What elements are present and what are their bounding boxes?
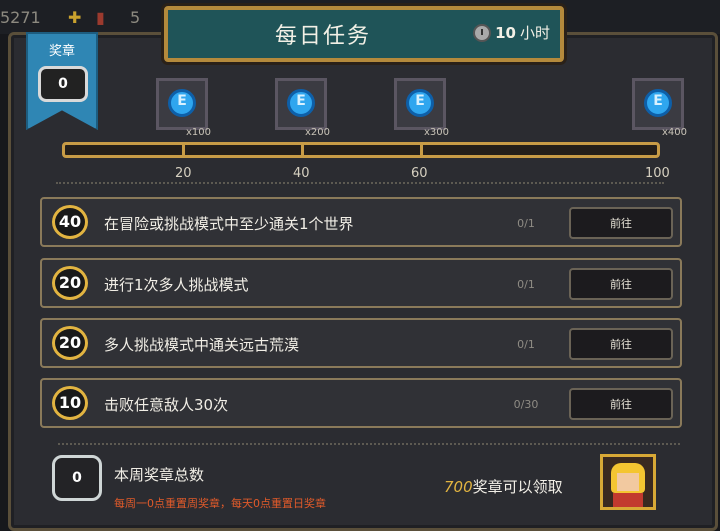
reward-qty: x300 [423,127,449,138]
page-title: 每日任务 [274,24,371,49]
timer-value: 10 [495,23,516,42]
progress-tick [420,142,423,158]
milestone-label: 60 [411,166,428,181]
reward-chest-1[interactable]: x100 [156,78,211,138]
task-progress: 0/30 [513,398,539,411]
medal-progress-bar [62,142,660,158]
reset-timer: 10 小时 [473,22,550,43]
progress-tick [301,142,304,158]
coin-count: 5271 [0,8,41,27]
task-description: 进行1次多人挑战模式 [104,276,249,294]
character-avatar[interactable] [600,454,656,510]
task-row: 20 多人挑战模式中通关远古荒漠 0/1 前往 [40,318,682,368]
gem-icon [406,89,434,117]
task-progress: 0/1 [517,338,535,351]
medal-label: 奖章 [48,44,75,59]
claimable-amount: 700 [444,478,473,496]
weekly-medal-count: 0 [52,455,102,501]
go-button[interactable]: 前往 [569,388,673,420]
task-description: 击败任意敌人30次 [104,396,229,414]
task-progress: 0/1 [517,217,535,230]
points-badge: 20 [52,326,88,360]
milestone-label: 40 [293,166,310,181]
reward-chest-2[interactable]: x200 [275,78,330,138]
gem-icon [287,89,315,117]
task-row: 10 击败任意敌人30次 0/30 前往 [40,378,682,428]
divider [56,182,664,184]
task-description: 多人挑战模式中通关远古荒漠 [104,336,300,354]
points-badge: 10 [52,386,88,420]
claimable-text: 700奖章可以领取 [444,476,563,497]
reset-note: 每周一0点重置周奖章，每天0点重置日奖章 [114,497,326,510]
claimable-label: 奖章可以领取 [472,478,563,496]
title-plate: 每日任务 10 小时 [164,6,564,62]
reward-qty: x400 [661,127,687,138]
task-description: 在冒险或挑战模式中至少通关1个世界 [104,215,354,233]
card-icon: ▮ [96,8,105,27]
gem-icon [644,89,672,117]
reward-chest-4[interactable]: x400 [632,78,687,138]
go-button[interactable]: 前往 [569,268,673,300]
plus-icon: ✚ [68,8,82,27]
task-row: 40 在冒险或挑战模式中至少通关1个世界 0/1 前往 [40,197,682,247]
points-badge: 20 [52,266,88,300]
medal-count: 0 [38,66,88,102]
item-count: 5 [130,8,141,27]
divider [58,443,680,445]
milestone-label: 100 [645,166,670,181]
milestone-label: 20 [175,166,192,181]
reward-qty: x100 [185,127,211,138]
clock-icon [473,23,492,42]
progress-tick [182,142,185,158]
timer-unit: 小时 [519,24,550,42]
task-row: 20 进行1次多人挑战模式 0/1 前往 [40,258,682,308]
task-progress: 0/1 [517,278,535,291]
gem-icon [168,89,196,117]
reward-qty: x200 [304,127,330,138]
reward-chest-3[interactable]: x300 [394,78,449,138]
go-button[interactable]: 前往 [569,328,673,360]
points-badge: 40 [52,205,88,239]
weekly-medal-label: 本周奖章总数 [114,466,205,484]
go-button[interactable]: 前往 [569,207,673,239]
